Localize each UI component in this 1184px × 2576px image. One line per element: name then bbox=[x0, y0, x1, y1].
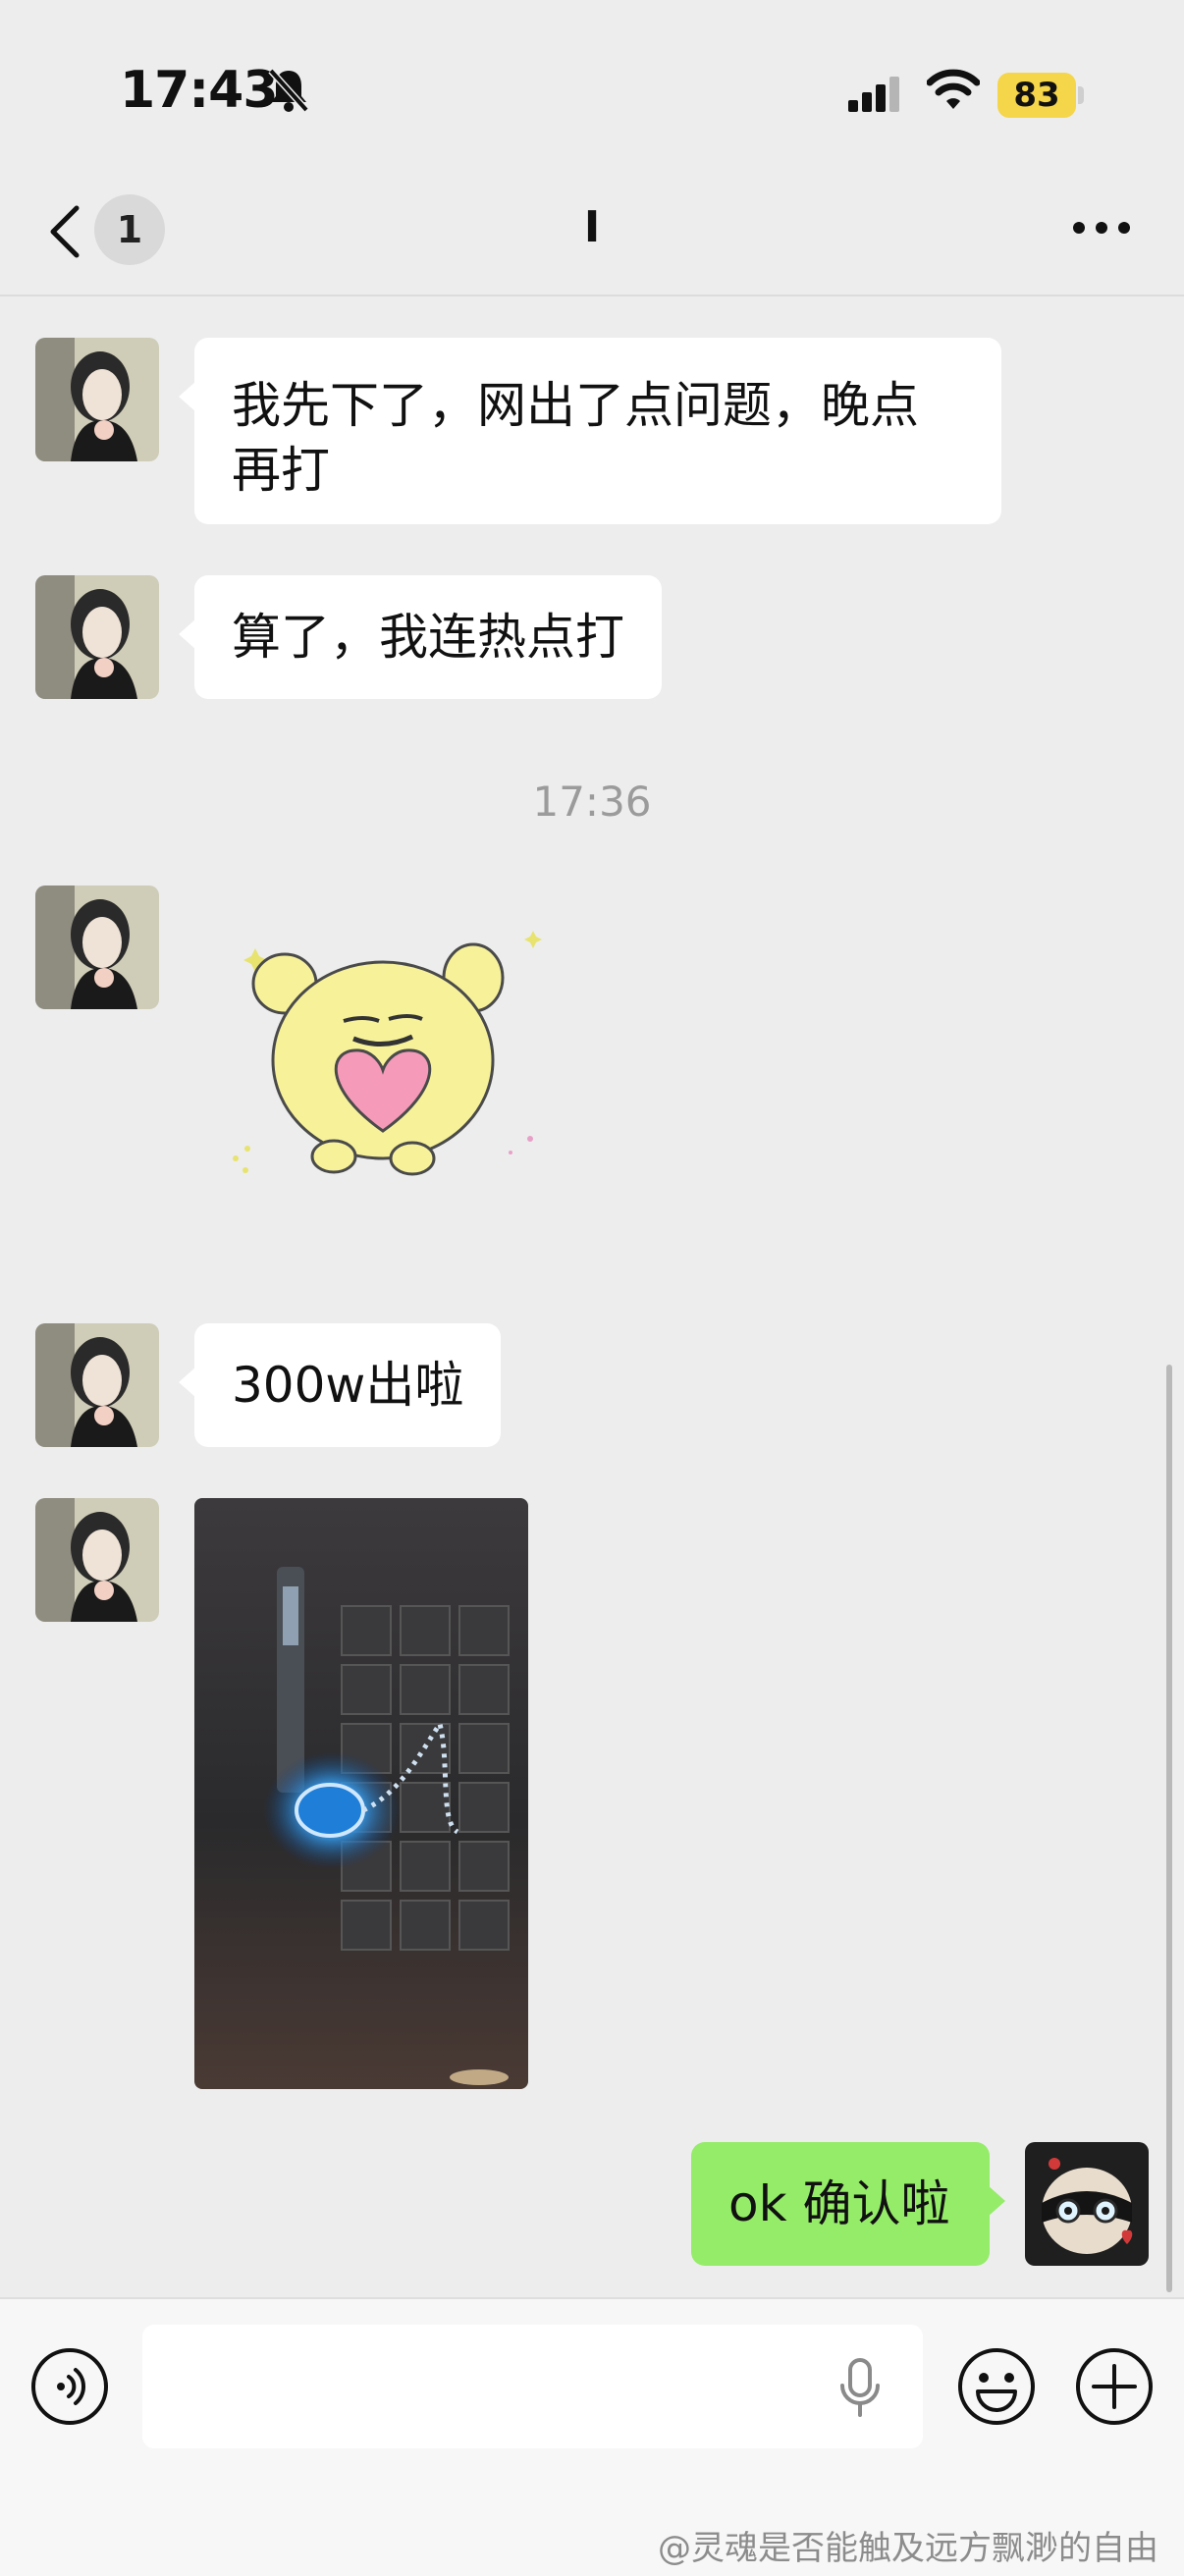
contact-avatar[interactable] bbox=[35, 1323, 159, 1447]
contact-avatar[interactable] bbox=[35, 886, 159, 1009]
status-time: 17:43 bbox=[120, 61, 279, 120]
sticker-bear-heart[interactable] bbox=[216, 913, 560, 1192]
message-text: 300w出啦 bbox=[232, 1357, 464, 1414]
message-input[interactable] bbox=[142, 2325, 923, 2448]
chat-title: I bbox=[583, 202, 601, 252]
my-avatar[interactable] bbox=[1025, 2142, 1149, 2266]
contact-avatar[interactable] bbox=[35, 1498, 159, 1622]
contact-avatar[interactable] bbox=[35, 575, 159, 699]
voice-icon[interactable] bbox=[29, 2346, 110, 2431]
message-bubble[interactable]: 我先下了，网出了点问题，晚点再打 bbox=[179, 338, 1001, 524]
wifi-icon bbox=[926, 69, 981, 116]
scrollbar[interactable] bbox=[1166, 1365, 1172, 2292]
plus-icon[interactable] bbox=[1074, 2346, 1155, 2431]
more-icon[interactable] bbox=[1072, 220, 1131, 239]
message-timestamp: 17:36 bbox=[532, 778, 652, 826]
image-message[interactable] bbox=[194, 1498, 528, 2089]
back-icon[interactable] bbox=[45, 202, 84, 265]
my-message-bubble[interactable]: ok 确认啦 bbox=[691, 2142, 1005, 2266]
emoji-icon[interactable] bbox=[956, 2346, 1037, 2431]
message-bubble[interactable]: 300w出啦 bbox=[178, 1323, 502, 1447]
signal-icon bbox=[846, 77, 905, 120]
message-text: 算了，我连热点打 bbox=[232, 609, 624, 666]
contact-avatar[interactable] bbox=[35, 338, 159, 461]
nav-divider bbox=[0, 295, 1184, 296]
message-text: 我先下了，网出了点问题，晚点再打 bbox=[232, 377, 919, 499]
battery-level: 83 bbox=[1013, 76, 1060, 115]
mic-icon[interactable] bbox=[836, 2356, 884, 2423]
message-bubble[interactable]: 算了，我连热点打 bbox=[179, 575, 662, 699]
watermark: @灵魂是否能触及远方飘渺的自由 bbox=[658, 2529, 1158, 2568]
message-text: ok 确认啦 bbox=[728, 2175, 950, 2232]
bell-slash-icon bbox=[267, 67, 310, 118]
battery-tip bbox=[1078, 86, 1084, 104]
unread-count-badge[interactable]: 1 bbox=[94, 194, 165, 265]
